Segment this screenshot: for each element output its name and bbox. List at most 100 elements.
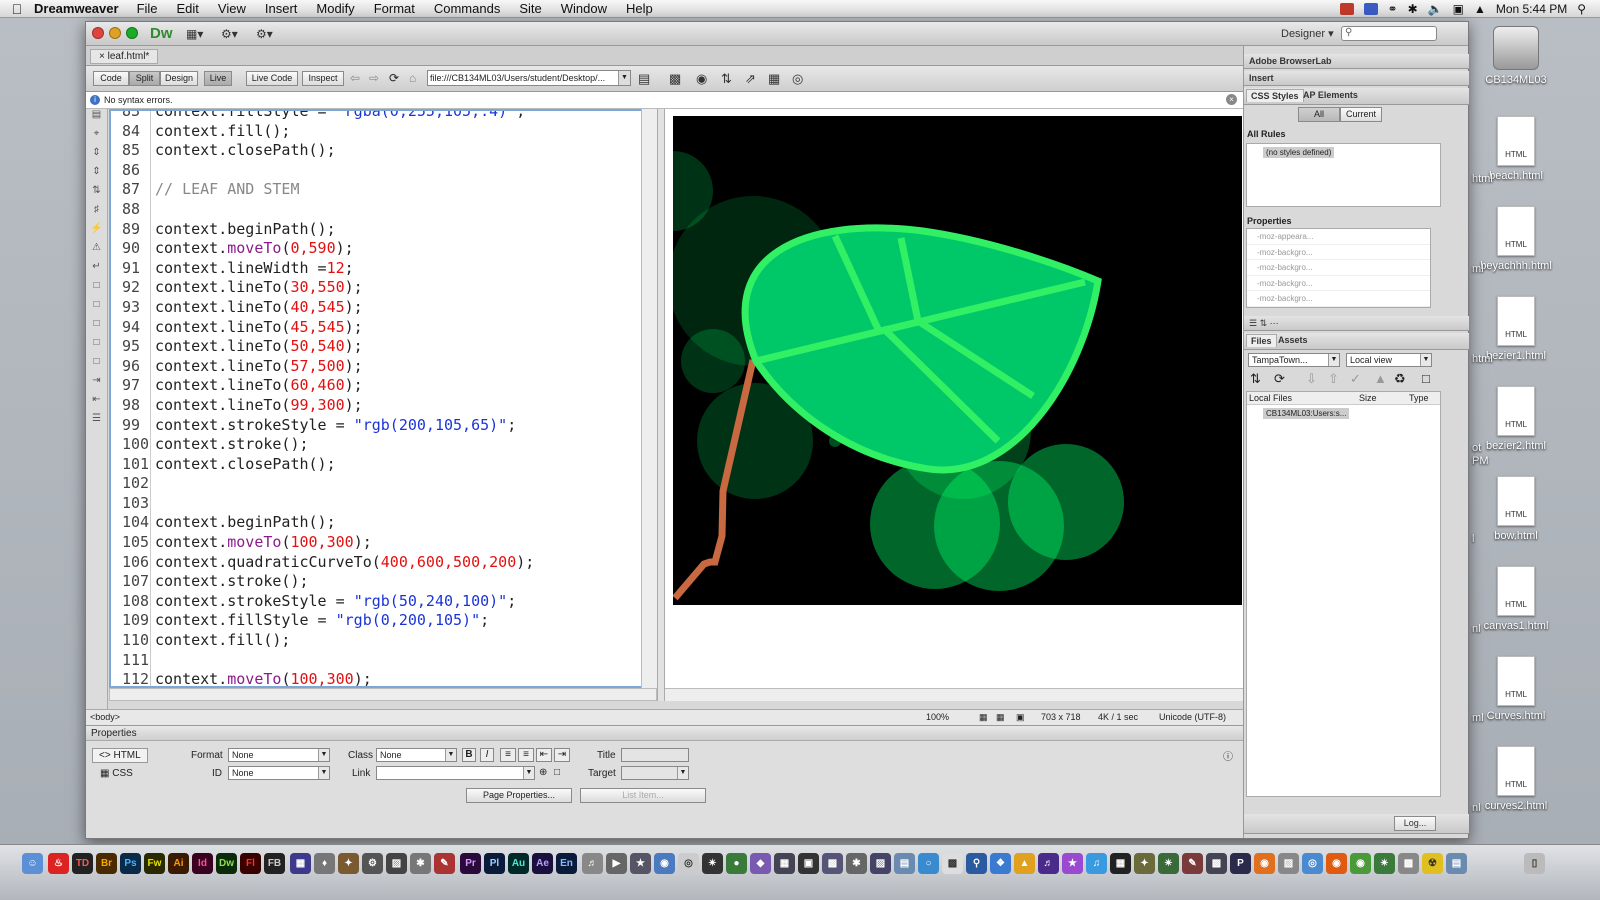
code-line[interactable]: 86 xyxy=(111,160,534,181)
desktop-file[interactable]: HTML bow.html xyxy=(1476,476,1556,542)
preview-icon[interactable]: ◉ xyxy=(696,71,707,87)
css-property-row[interactable]: -moz-backgro... xyxy=(1247,245,1430,260)
desktop-file[interactable]: HTML canvas1.html xyxy=(1476,566,1556,632)
dock-app-indesign[interactable]: Id xyxy=(192,853,213,874)
app-icon[interactable]: ✦ xyxy=(1134,853,1155,874)
uncomment-icon[interactable]: □ xyxy=(86,299,107,318)
code-view-button[interactable]: Code xyxy=(93,71,129,86)
app-icon[interactable]: ▨ xyxy=(1278,853,1299,874)
code-line[interactable]: 88 xyxy=(111,199,534,220)
back-icon[interactable]: ⇦ xyxy=(350,71,360,85)
menu-commands[interactable]: Commands xyxy=(434,1,500,16)
code-line[interactable]: 87// LEAF AND STEM xyxy=(111,180,534,200)
chevron-down-icon[interactable]: ▼ xyxy=(618,71,630,85)
app-icon[interactable]: ▤ xyxy=(894,853,915,874)
multiscreen-icon[interactable]: ▩ xyxy=(669,71,681,87)
live-view-button[interactable]: Live xyxy=(204,71,232,86)
tab-assets[interactable]: Assets xyxy=(1274,334,1312,346)
code-line[interactable]: 112 context.moveTo(100,300); xyxy=(111,670,534,686)
code-line[interactable]: 109 context.fillStyle = "rgb(0,200,105)"; xyxy=(111,611,534,632)
code-line[interactable]: 104 context.beginPath(); xyxy=(111,513,534,534)
site-select[interactable]: TampaTown... ▼ xyxy=(1248,353,1340,367)
refresh-icon[interactable]: ⟳ xyxy=(389,71,399,85)
syntax-error-icon[interactable]: ⚠ xyxy=(86,242,107,261)
css-property-row[interactable]: -moz-backgro... xyxy=(1247,291,1430,307)
app-icon[interactable]: ✴ xyxy=(1158,853,1179,874)
app-icon[interactable]: ✎ xyxy=(434,853,455,874)
format-source-icon[interactable]: ☰ xyxy=(86,413,107,432)
app-icon[interactable]: ✱ xyxy=(846,853,867,874)
headphones-icon[interactable]: ⚭ xyxy=(1388,2,1398,16)
app-icon[interactable]: ▦ xyxy=(774,853,795,874)
code-line[interactable]: 98 context.lineTo(99,300); xyxy=(111,395,534,416)
app-icon[interactable]: P xyxy=(1230,853,1251,874)
hand-tool-icon[interactable]: ▦ xyxy=(996,712,1005,723)
site-icon[interactable]: ⚙▾ xyxy=(256,27,273,41)
app-icon[interactable]: ◉ xyxy=(654,853,675,874)
browse-folder-icon[interactable]: □ xyxy=(554,767,560,778)
app-icon[interactable]: ♬ xyxy=(1038,853,1059,874)
wrap-tag-icon[interactable]: □ xyxy=(86,318,107,337)
inspect-button[interactable]: Inspect xyxy=(302,71,344,86)
menu-modify[interactable]: Modify xyxy=(316,1,354,16)
col-local-files[interactable]: Local Files xyxy=(1249,393,1292,403)
firefox-icon[interactable]: ◉ xyxy=(1326,853,1347,874)
bold-button[interactable]: B xyxy=(462,748,476,762)
dock-app-prelude[interactable]: Pl xyxy=(484,853,505,874)
window-size-icon[interactable]: ▣ xyxy=(1016,712,1025,723)
dock-app-audition[interactable]: Au xyxy=(508,853,529,874)
help-search-input[interactable]: ⚲ xyxy=(1341,26,1437,41)
col-size[interactable]: Size xyxy=(1359,393,1377,403)
rules-list[interactable]: (no styles defined) xyxy=(1246,143,1441,207)
menu-edit[interactable]: Edit xyxy=(177,1,199,16)
tab-files[interactable]: Files xyxy=(1246,334,1277,347)
expand-all-icon[interactable]: ⇕ xyxy=(86,147,107,166)
menu-window[interactable]: Window xyxy=(561,1,607,16)
app-icon[interactable]: ✱ xyxy=(410,853,431,874)
dock-app-dreamweaver[interactable]: Dw xyxy=(216,853,237,874)
point-to-file-icon[interactable]: ⊕ xyxy=(539,767,547,778)
browserlab-panel-header[interactable]: Adobe BrowserLab xyxy=(1244,54,1469,69)
vlc-icon[interactable]: ▲ xyxy=(1014,853,1035,874)
menu-view[interactable]: View xyxy=(218,1,246,16)
indent-icon[interactable]: ⇥ xyxy=(554,748,570,762)
page-properties-button[interactable]: Page Properties... xyxy=(466,788,572,803)
gear-icon[interactable]: ⚙▾ xyxy=(221,27,238,41)
app-icon[interactable]: ▩ xyxy=(1398,853,1419,874)
display-icon[interactable]: ▣ xyxy=(1453,2,1464,16)
code-line[interactable]: 83 context.fillStyle = "rgba(0,255,105,.4… xyxy=(111,111,534,122)
app-icon[interactable]: ◎ xyxy=(678,853,699,874)
code-line[interactable]: 111 xyxy=(111,650,534,671)
outdent-icon[interactable]: ⇤ xyxy=(86,394,107,413)
app-icon[interactable]: ✴ xyxy=(702,853,723,874)
indent-icon[interactable]: ⇥ xyxy=(86,375,107,394)
window-size[interactable]: 703 x 718 xyxy=(1041,712,1081,722)
home-icon[interactable]: ⌂ xyxy=(409,71,416,85)
menu-format[interactable]: Format xyxy=(374,1,415,16)
code-line[interactable]: 93 context.lineTo(40,545); xyxy=(111,297,534,318)
acrobat-icon[interactable]: ♨ xyxy=(48,853,69,874)
code-line[interactable]: 92 context.lineTo(30,550); xyxy=(111,278,534,298)
minimize-window-button[interactable] xyxy=(109,27,121,39)
app-icon[interactable]: ⚙ xyxy=(362,853,383,874)
collapse-icon[interactable]: ⌖ xyxy=(86,128,107,147)
workspace-switcher[interactable]: Designer ▾ xyxy=(1281,27,1334,40)
link-input[interactable]: ▼ xyxy=(376,766,535,780)
line-numbers-icon[interactable]: ♯ xyxy=(86,204,107,223)
app-icon[interactable]: ▤ xyxy=(1446,853,1467,874)
app-icon[interactable]: ○ xyxy=(918,853,939,874)
dock-app-bridge[interactable]: Br xyxy=(96,853,117,874)
desktop-file[interactable]: HTML beyachhh.html xyxy=(1476,206,1556,272)
file-management-icon[interactable]: ▤ xyxy=(638,71,650,87)
visual-aids-icon[interactable]: ⇗ xyxy=(745,71,756,87)
code-editor[interactable]: 83 context.fillStyle = "rgba(0,255,105,.4… xyxy=(109,109,657,688)
app-icon[interactable]: ● xyxy=(726,853,747,874)
code-line[interactable]: 89 context.beginPath(); xyxy=(111,219,534,240)
dock-app-td[interactable]: TD xyxy=(72,853,93,874)
code-line[interactable]: 96 context.lineTo(57,500); xyxy=(111,356,534,377)
css-property-row[interactable]: -moz-appeara... xyxy=(1247,229,1430,245)
dock-app-fireworks[interactable]: Fw xyxy=(144,853,165,874)
chrome-icon[interactable]: ◉ xyxy=(1350,853,1371,874)
app-icon[interactable]: ▩ xyxy=(942,853,963,874)
css-mode-button[interactable]: ▦ CSS xyxy=(100,768,133,779)
